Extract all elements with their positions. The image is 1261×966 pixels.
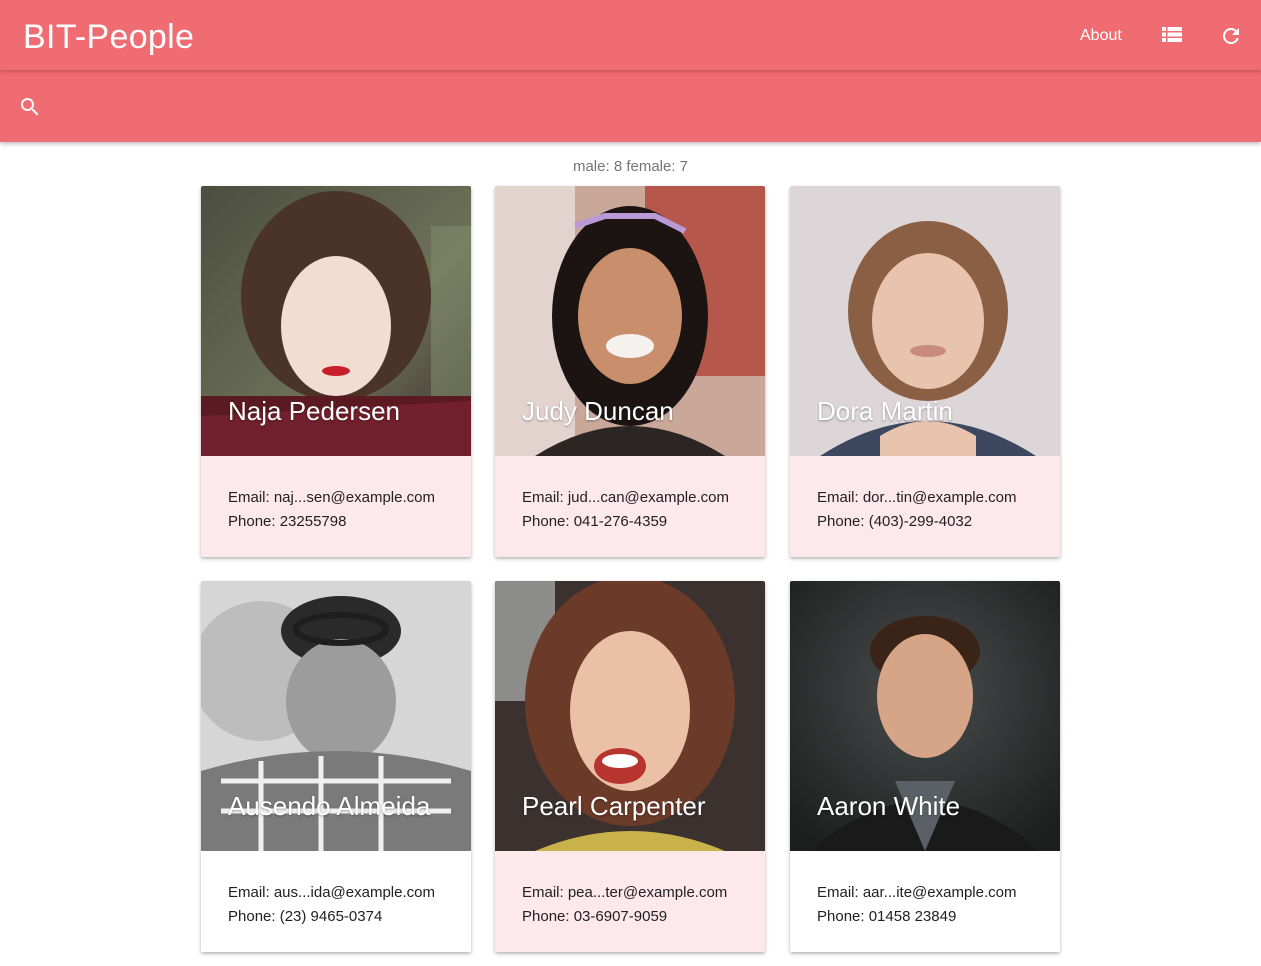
person-card[interactable]: Ausendo Almeida Email: aus...ida@example… xyxy=(201,581,471,952)
person-phone: Phone: 01458 23849 xyxy=(817,908,957,925)
person-photo: Naja Pedersen xyxy=(201,186,471,456)
person-name: Pearl Carpenter xyxy=(522,791,706,821)
person-name: Naja Pedersen xyxy=(228,396,400,426)
person-card[interactable]: Naja Pedersen Email: naj...sen@example.c… xyxy=(201,186,471,557)
person-name: Aaron White xyxy=(817,791,961,821)
person-card[interactable]: Dora Martin Email: dor...tin@example.com… xyxy=(790,186,1060,557)
person-info: Email: pea...ter@example.com Phone: 03-6… xyxy=(495,851,765,952)
person-info: Email: naj...sen@example.com Phone: 2325… xyxy=(201,456,471,557)
person-info: Email: aar...ite@example.com Phone: 0145… xyxy=(790,851,1060,952)
person-name: Ausendo Almeida xyxy=(228,791,431,821)
search-input[interactable] xyxy=(56,86,1240,128)
person-phone: Phone: 041-276-4359 xyxy=(522,513,668,530)
person-photo: Dora Martin xyxy=(790,186,1060,456)
person-phone: Phone: (403)-299-4032 xyxy=(817,513,973,530)
person-photo: Aaron White xyxy=(790,581,1060,851)
person-email: Email: naj...sen@example.com xyxy=(228,489,435,506)
person-email: Email: jud...can@example.com xyxy=(522,489,729,506)
search-icon[interactable] xyxy=(18,95,42,119)
person-phone: Phone: (23) 9465-0374 xyxy=(228,908,383,925)
person-info: Email: aus...ida@example.com Phone: (23)… xyxy=(201,851,471,952)
top-navbar: BIT-People About xyxy=(0,0,1261,70)
person-email: Email: dor...tin@example.com xyxy=(817,489,1017,506)
person-email: Email: aus...ida@example.com xyxy=(228,884,435,901)
person-email: Email: pea...ter@example.com xyxy=(522,884,728,901)
refresh-icon[interactable] xyxy=(1219,24,1243,48)
person-name: Judy Duncan xyxy=(522,396,674,426)
person-card[interactable]: Aaron White Email: aar...ite@example.com… xyxy=(790,581,1060,952)
person-photo: Pearl Carpenter xyxy=(495,581,765,851)
app-title[interactable]: BIT-People xyxy=(23,17,194,57)
person-info: Email: jud...can@example.com Phone: 041-… xyxy=(495,456,765,557)
person-phone: Phone: 03-6907-9059 xyxy=(522,908,668,925)
view-list-icon[interactable] xyxy=(1160,24,1184,48)
person-photo: Judy Duncan xyxy=(495,186,765,456)
person-card[interactable]: Pearl Carpenter Email: pea...ter@example… xyxy=(495,581,765,952)
person-photo: Ausendo Almeida xyxy=(201,581,471,851)
gender-stats: male: 8 female: 7 xyxy=(572,158,689,175)
person-phone: Phone: 23255798 xyxy=(228,513,347,530)
person-card[interactable]: Judy Duncan Email: jud...can@example.com… xyxy=(495,186,765,557)
person-info: Email: dor...tin@example.com Phone: (403… xyxy=(790,456,1060,557)
person-name: Dora Martin xyxy=(817,396,953,426)
person-email: Email: aar...ite@example.com xyxy=(817,884,1017,901)
about-link[interactable]: About xyxy=(1080,26,1122,46)
